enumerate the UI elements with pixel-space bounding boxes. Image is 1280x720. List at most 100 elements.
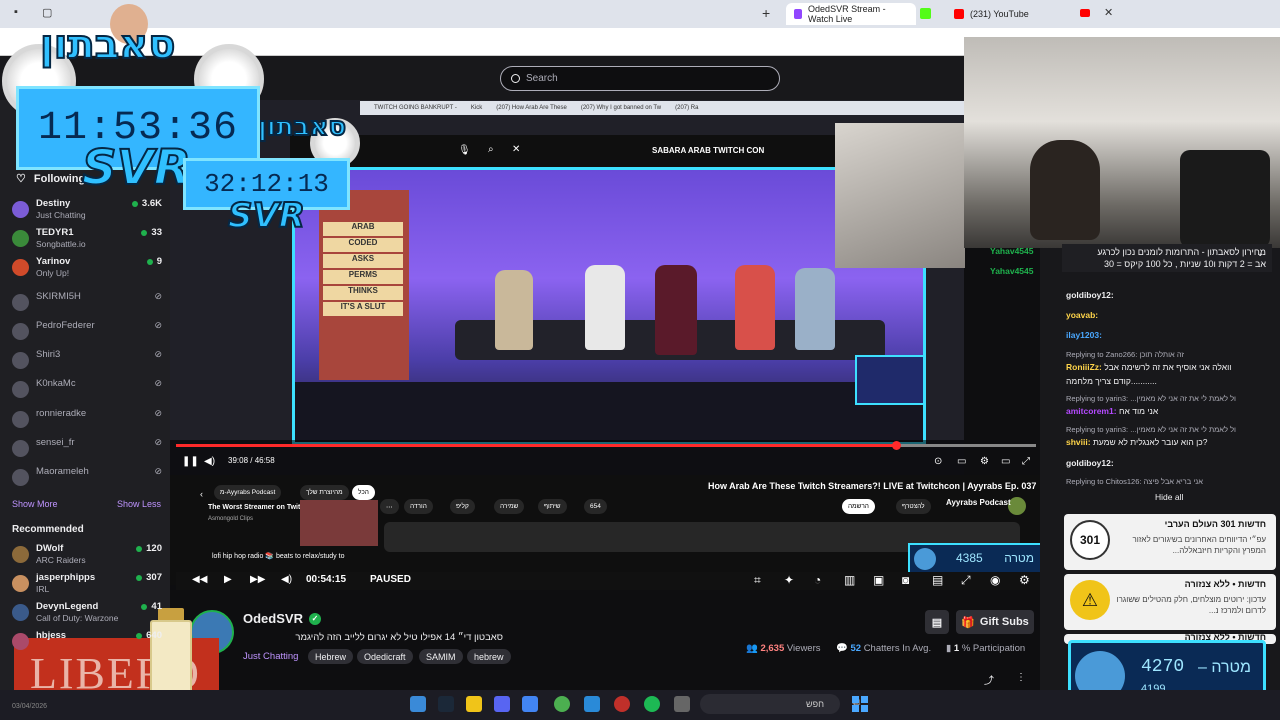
sidebar-channel-skirmi5h[interactable]: SKIRMI5H ⊘ <box>12 291 162 317</box>
sidebar-channel-shiri3[interactable]: Shiri3 ⊘ <box>12 349 162 375</box>
theater-icon[interactable]: ▭ <box>1001 456 1010 467</box>
related-video-thumbnail[interactable] <box>300 500 378 546</box>
progress-bar-remaining[interactable] <box>896 444 1036 447</box>
new-tab-button[interactable]: + <box>762 5 770 21</box>
speed-icon[interactable]: ◉ <box>990 573 1000 587</box>
taskbar-search[interactable]: חפש <box>700 694 840 714</box>
settings-icon[interactable]: ⚙ <box>980 456 989 467</box>
chat-username[interactable]: RoniiiZz: <box>1066 362 1102 372</box>
chat-username[interactable]: yoavab: <box>1066 310 1098 320</box>
player-settings-icon[interactable]: ⚙ <box>1019 573 1030 587</box>
pause-icon[interactable]: ❚❚ <box>182 456 199 467</box>
taskbar-explorer-icon[interactable] <box>410 696 426 712</box>
captions-icon[interactable]: ▭ <box>957 456 966 467</box>
chat-username[interactable]: Yahav4545 <box>990 266 1033 276</box>
taskbar-app-icon[interactable] <box>522 696 538 712</box>
save-button[interactable]: שמירה <box>494 499 525 514</box>
pinned-collapse-icon[interactable]: ⌄ <box>1256 248 1264 259</box>
stream-category[interactable]: Just Chatting <box>243 651 298 662</box>
timer-icon[interactable]: ◔ <box>814 573 821 587</box>
tag-odedicraft[interactable]: Odedicraft <box>357 649 413 664</box>
recommended-channel-devynlegend[interactable]: DevynLegend Call of Duty: Warzone 41 <box>12 601 162 627</box>
taskbar-chrome-icon[interactable] <box>554 696 570 712</box>
recommended-channel-dwolf[interactable]: DWolf ARC Raiders 120 <box>12 543 162 569</box>
notification-card[interactable]: 301 חדשות 301 העולם הערבי עפ״י הדיווחים … <box>1064 514 1276 570</box>
taskbar-window-icon[interactable] <box>674 696 690 712</box>
join-button[interactable]: להצטרף <box>896 499 931 514</box>
start-windows-icon[interactable] <box>852 696 868 712</box>
pinned-message[interactable]: מחירון לסאבתון - התרומות לומנים נכון לכר… <box>1062 244 1272 272</box>
window-menu-icon[interactable]: ▪ <box>14 6 18 18</box>
chip-from-creator[interactable]: מהיוצרת שלך <box>300 485 349 500</box>
chips-prev-icon[interactable]: ‹ <box>200 489 203 499</box>
next-track-icon[interactable]: ▶▶ <box>250 574 265 585</box>
fullscreen-icon[interactable]: ⤢ <box>1022 456 1030 467</box>
prev-track-icon[interactable]: ◀◀ <box>192 574 207 585</box>
chip-all[interactable]: הכל <box>352 485 375 500</box>
gift-subs-button[interactable]: 🎁 Gift Subs <box>956 610 1034 634</box>
tab-twitch[interactable]: OdedSVR Stream - Watch Live <box>786 3 916 25</box>
sidebar-channel-maorameleh[interactable]: Maorameleh ⊘ <box>12 466 162 492</box>
subscribe-button[interactable]: הרשמה <box>842 499 875 514</box>
autoplay-toggle[interactable]: ⊙ <box>934 456 942 467</box>
tab-youtube[interactable]: (231) YouTube <box>946 3 1076 25</box>
youtube-small-icon[interactable] <box>1080 9 1090 17</box>
taskbar-record-icon[interactable] <box>614 696 630 712</box>
volume-icon[interactable]: ◀) <box>204 456 215 467</box>
recommended-channel-jasperphipps[interactable]: jasperphipps IRL 307 <box>12 572 162 598</box>
pip-icon[interactable]: ▣ <box>873 573 884 587</box>
sidebar-channel-tedyr1[interactable]: TEDYR1 Songbattle.io 33 <box>12 227 162 253</box>
sidebar-channel-sensei_fr[interactable]: sensei_fr ⊘ <box>12 437 162 463</box>
chat-username[interactable]: goldiboy12: <box>1066 290 1114 300</box>
tag-samim[interactable]: SAMIM <box>419 649 463 664</box>
search-input[interactable]: Search <box>500 66 780 91</box>
sparkle-icon[interactable]: ✦ <box>784 573 794 587</box>
download-button[interactable]: הורדה <box>404 499 433 514</box>
chip-from-channel[interactable]: מ-Ayyrabs Podcast <box>214 485 282 500</box>
crop-icon[interactable]: ⌗ <box>754 573 761 588</box>
share-button[interactable]: שיתוף <box>538 499 567 514</box>
clip-button[interactable]: קליפ <box>450 499 475 514</box>
chat-username[interactable]: amitcorem1: <box>1066 406 1117 416</box>
tab-search-icon[interactable]: ▢ <box>42 6 52 19</box>
chat-username[interactable]: shviii: <box>1066 437 1091 447</box>
streamer-name[interactable]: OdedSVR ✓ <box>243 611 321 626</box>
more-options-icon[interactable]: ⋮ <box>1016 672 1026 683</box>
sidebar-channel-k0nkamc[interactable]: K0nkaMc ⊘ <box>12 378 162 404</box>
notification-card[interactable]: ⚠ חדשות • ללא צנזורה עדכון: ירוטים מוצלח… <box>1064 574 1276 630</box>
more-actions-button[interactable]: ⋯ <box>380 499 399 514</box>
notifications-button[interactable]: ▤ <box>925 610 949 634</box>
camera-icon[interactable]: ◙ <box>902 573 909 587</box>
taskbar-obs-icon[interactable] <box>584 696 600 712</box>
taskbar-folder-icon[interactable] <box>466 696 482 712</box>
taskbar-discord-icon[interactable] <box>494 696 510 712</box>
sidebar-channel-yarinov[interactable]: Yarinov Only Up! 9 <box>12 256 162 282</box>
hide-all-notifications[interactable]: Hide all <box>1155 492 1183 502</box>
mute-icon[interactable]: ◀) <box>281 574 292 585</box>
expand-icon[interactable]: ⤢ <box>961 573 971 588</box>
tag-hebrew[interactable]: Hebrew <box>308 649 354 664</box>
screen-icon[interactable]: ▤ <box>932 573 943 587</box>
taskbar-spotify-icon[interactable] <box>644 696 660 712</box>
kick-favicon-icon[interactable] <box>920 8 931 19</box>
sidebar-channel-destiny[interactable]: Destiny Just Chatting 3.6K <box>12 198 162 224</box>
tag-hebrew-lower[interactable]: hebrew <box>467 649 511 664</box>
sidebar-channel-ronnieradke[interactable]: ronnieradke ⊘ <box>12 408 162 434</box>
like-button[interactable]: 654 <box>584 499 607 514</box>
show-less-link[interactable]: Show Less <box>117 499 161 509</box>
lofi-video-title[interactable]: lofi hip hop radio 📚 beats to relax/stud… <box>212 552 344 560</box>
show-more-link[interactable]: Show More <box>12 499 58 509</box>
chat-username[interactable]: goldiboy12: <box>1066 458 1114 468</box>
taskbar-steam-icon[interactable] <box>438 696 454 712</box>
progress-bar-played[interactable] <box>176 444 896 447</box>
sidebar-channel-pedrofederer[interactable]: PedroFederer ⊘ <box>12 320 162 346</box>
chat-username[interactable]: ilay1203: <box>1066 330 1102 340</box>
recommended-channel-hbjess[interactable]: hbjess 640 <box>12 630 162 656</box>
youtube-channel-name[interactable]: Ayyrabs Podcast <box>946 498 1011 507</box>
progress-scrubber[interactable] <box>892 441 901 450</box>
chart-icon[interactable]: ▥ <box>844 573 855 587</box>
share-icon[interactable]: ⤴ <box>984 672 994 687</box>
chat-username[interactable]: Yahav4545 <box>990 246 1033 256</box>
close-tab-icon[interactable]: ✕ <box>1104 6 1113 19</box>
related-video-title[interactable]: The Worst Streamer on Twitch <box>208 504 308 511</box>
